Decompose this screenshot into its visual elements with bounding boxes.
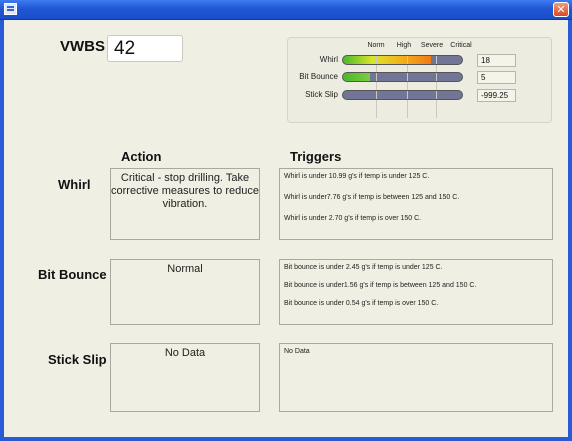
close-button[interactable]: ✕ xyxy=(553,2,569,17)
gauge-label-stick-slip: Stick Slip xyxy=(305,90,338,99)
vwbs-label: VWBS xyxy=(60,38,105,55)
gauge-value-whirl: 18 xyxy=(477,54,516,67)
action-box-stick-slip: No Data xyxy=(110,343,260,412)
action-box-whirl: Critical - stop drilling. Take correctiv… xyxy=(110,168,260,240)
action-box-bit-bounce: Normal xyxy=(110,259,260,325)
row-label-bit-bounce: Bit Bounce xyxy=(38,267,107,282)
gauge-label-whirl: Whirl xyxy=(319,55,338,64)
gauge-label-bit-bounce: Bit Bounce xyxy=(299,72,338,81)
trigger-line: Bit bounce is under 2.45 g's if temp is … xyxy=(284,264,443,271)
action-header: Action xyxy=(121,149,162,164)
gauge-fill xyxy=(343,73,371,81)
row-label-whirl: Whirl xyxy=(58,177,91,192)
gauge-bar-bit-bounce xyxy=(342,72,463,82)
trigger-line: Bit bounce is under 0.54 g's if temp is … xyxy=(284,300,439,307)
gauge-segment-tick xyxy=(376,91,378,99)
trigger-line: Whirl is under 2.70 g's if temp is over … xyxy=(284,215,422,222)
trigger-line: No Data xyxy=(284,348,310,355)
gauge-panel: Norm High Severe Critical Whirl 18 Bit B… xyxy=(287,37,552,123)
row-label-stick-slip: Stick Slip xyxy=(48,352,107,367)
level-critical-label: Critical xyxy=(450,42,472,49)
gauge-fill xyxy=(343,56,432,64)
triggers-box-bit-bounce: Bit bounce is under 2.45 g's if temp is … xyxy=(279,259,553,325)
gauge-bar-whirl xyxy=(342,55,463,65)
gauge-value-bit-bounce: 5 xyxy=(477,71,516,84)
gauge-segment-tick xyxy=(435,73,437,81)
gauge-bar-stick-slip xyxy=(342,90,463,100)
triggers-header: Triggers xyxy=(290,149,342,164)
vwbs-value-field[interactable]: 42 xyxy=(107,35,183,62)
app-icon xyxy=(4,3,17,15)
gauge-segment-tick xyxy=(435,56,437,64)
trigger-line: Bit bounce is under1.56 g's if temp is b… xyxy=(284,282,477,289)
gauge-segment-tick xyxy=(435,91,437,99)
trigger-line: Whirl is under7.76 g's if temp is betwee… xyxy=(284,194,460,201)
gauge-segment-tick xyxy=(376,73,378,81)
gauge-segment-tick xyxy=(376,56,378,64)
gauge-segment-tick xyxy=(407,73,409,81)
gauge-value-stick-slip: -999.25 xyxy=(477,89,516,102)
triggers-box-whirl: Whirl is under 10.99 g's if temp is unde… xyxy=(279,168,553,240)
gauge-segment-tick xyxy=(407,56,409,64)
trigger-line: Whirl is under 10.99 g's if temp is unde… xyxy=(284,173,430,180)
triggers-box-stick-slip: No Data xyxy=(279,343,553,412)
title-bar[interactable]: ✕ xyxy=(0,0,572,20)
gauge-segment-tick xyxy=(407,91,409,99)
